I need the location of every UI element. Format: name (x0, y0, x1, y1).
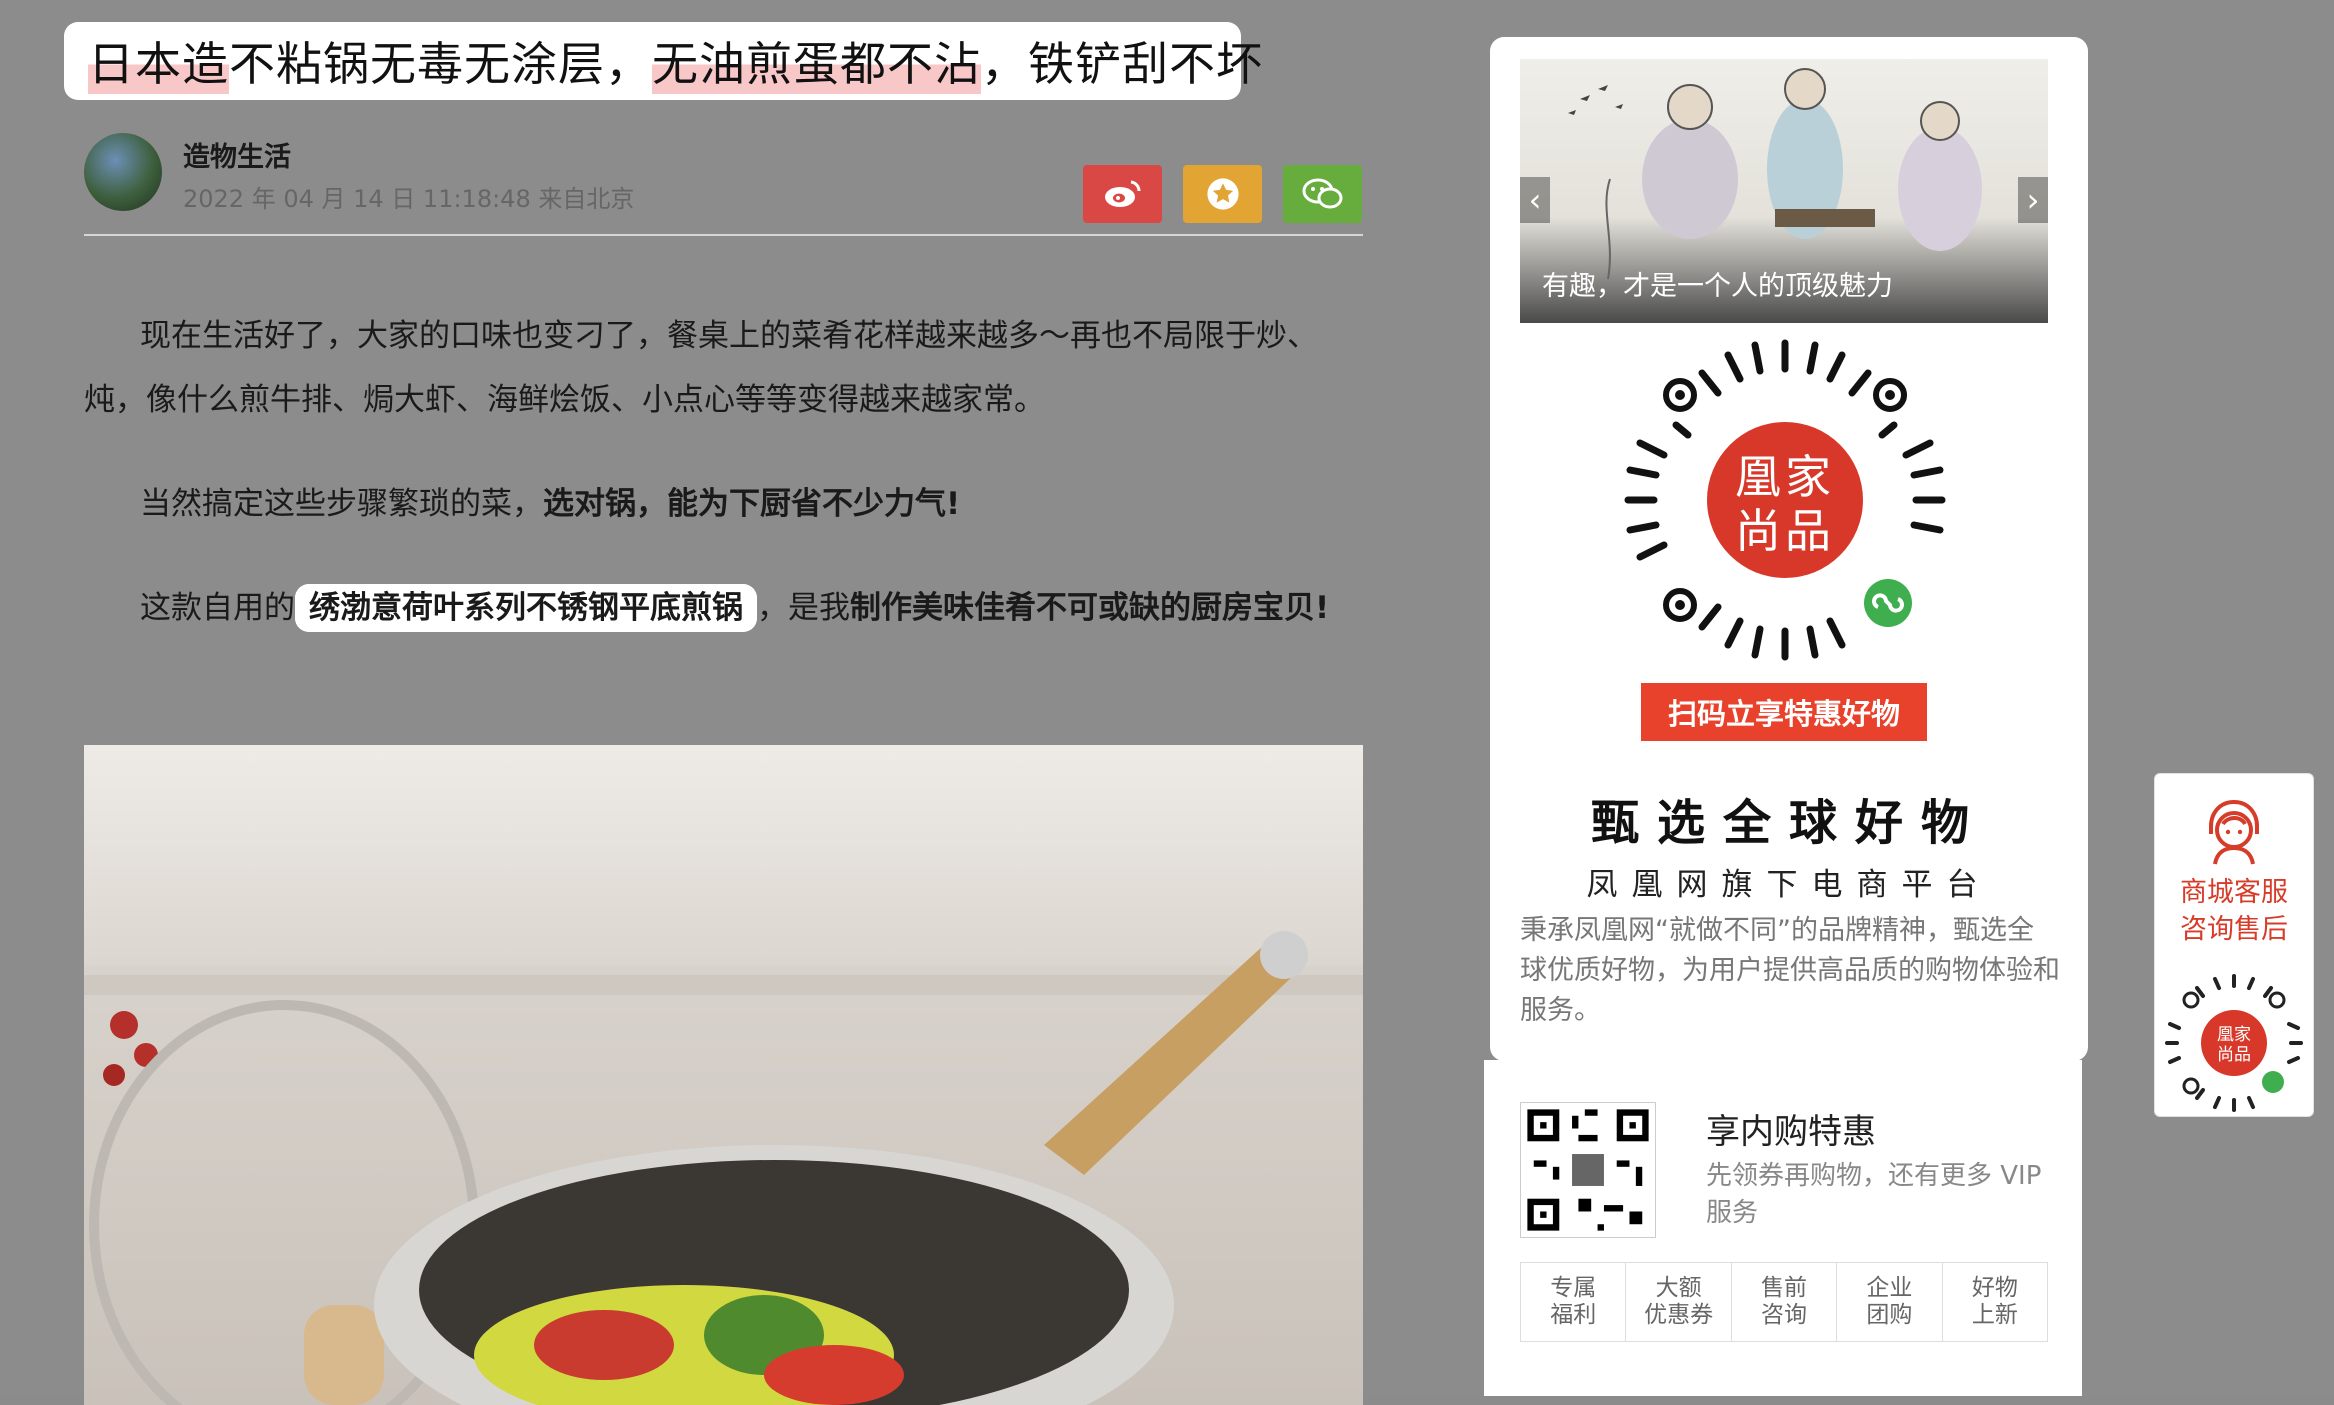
customer-service-icon (2209, 800, 2259, 865)
divider (84, 234, 1363, 236)
title-text: ，铁铲刮不坏 (981, 37, 1263, 91)
svg-text:凰家: 凰家 (1735, 450, 1835, 504)
perk-item[interactable]: 好物 上新 (1943, 1263, 2047, 1341)
vip-title: 享内购特惠 (1706, 1112, 1876, 1152)
customer-service-widget[interactable]: 商城客服 咨询售后 凰家 尚品 (2154, 773, 2314, 1117)
store-promo-card: ‹ › 有趣，才是一个人的顶级魅力 凰家 尚品 扫码立享特惠好物 甄选全球好物 … (1490, 37, 2088, 1061)
banner-caption: 有趣，才是一个人的顶级魅力 (1542, 271, 1893, 302)
wechat-icon (1302, 178, 1342, 209)
store-description: 秉承凤凰网“就做不同”的品牌精神，甄选全球优质好物，为用户提供高品质的购物体验和… (1520, 915, 2060, 1026)
product-photo (84, 745, 1363, 1405)
chevron-right-icon: › (2026, 181, 2040, 219)
carousel-next-button[interactable]: › (2018, 177, 2048, 223)
avatar[interactable] (84, 133, 162, 211)
title-highlight: 日本造 (88, 28, 229, 94)
star-icon (1206, 178, 1239, 210)
perk-item[interactable]: 专属 福利 (1521, 1263, 1627, 1341)
slogan-sub: 凤凰网旗下电商平台 (1586, 867, 1992, 903)
mini-program-qr-icon[interactable]: 凰家 尚品 (1620, 335, 1950, 665)
mini-program-qr-icon[interactable]: 凰家 尚品 (2161, 970, 2307, 1116)
paragraph-text: 现在生活好了，大家的口味也变刁了，餐桌上的菜肴花样越来越多～再也不局限于炒、炖，… (84, 318, 1318, 418)
product-name-highlight: 绣渤意荷叶系列不锈钢平底煎锅 (295, 584, 757, 632)
title-highlight: 无油煎蛋都不沾 (652, 28, 981, 94)
scan-promo-button[interactable]: 扫码立享特惠好物 (1641, 683, 1927, 741)
paragraph-text: 这款自用的 (140, 590, 295, 626)
perk-item[interactable]: 企业 团购 (1837, 1263, 1943, 1341)
share-wechat-button[interactable] (1283, 165, 1362, 223)
paragraph-bold-text: 选对锅，能为下厨省不少力气! (543, 486, 961, 522)
author-name[interactable]: 造物生活 (183, 135, 291, 174)
svg-text:凰家: 凰家 (2217, 1025, 2251, 1045)
vip-subtitle: 先领券再购物，还有更多 VIP 服务 (1706, 1161, 2042, 1228)
svg-text:尚品: 尚品 (2217, 1045, 2251, 1065)
favorite-button[interactable] (1183, 165, 1262, 223)
article-paragraph-1: 现在生活好了，大家的口味也变刁了，餐桌上的菜肴花样越来越多～再也不局限于炒、炖，… (84, 304, 1364, 432)
title-text: 不粘锅无毒无涂层， (229, 37, 652, 91)
perk-item[interactable]: 售前 咨询 (1732, 1263, 1838, 1341)
vip-promo-panel: 享内购特惠 先领券再购物，还有更多 VIP 服务 专属 福利 大额 优惠券 售前… (1484, 1060, 2082, 1396)
paragraph-bold-text: 制作美味佳肴不可或缺的厨房宝贝! (850, 590, 1330, 626)
svg-text:尚品: 尚品 (1735, 504, 1835, 558)
article-paragraph-3: 这款自用的 绣渤意荷叶系列不锈钢平底煎锅 ，是我制作美味佳肴不可或缺的厨房宝贝! (84, 576, 1364, 640)
perk-item[interactable]: 大额 优惠券 (1626, 1263, 1732, 1341)
paragraph-text: 当然搞定这些步骤繁琐的菜， (140, 486, 543, 522)
article-title: 日本造 不粘锅无毒无涂层， 无油煎蛋都不沾 ，铁铲刮不坏 (64, 22, 1262, 100)
customer-service-label[interactable]: 商城客服 咨询售后 (2155, 874, 2313, 948)
article-paragraph-2: 当然搞定这些步骤繁琐的菜，选对锅，能为下厨省不少力气! (84, 472, 1364, 536)
paragraph-text: ，是我 (757, 590, 850, 626)
publish-meta: 2022 年 04 月 14 日 11:18:48 来自北京 (183, 185, 635, 213)
perk-list: 专属 福利 大额 优惠券 售前 咨询 企业 团购 好物 上新 (1520, 1262, 2048, 1342)
slogan-main: 甄选全球好物 (1590, 795, 1987, 851)
carousel-prev-button[interactable]: ‹ (1520, 177, 1550, 223)
chevron-left-icon: ‹ (1528, 181, 1542, 219)
banner-carousel[interactable]: ‹ › 有趣，才是一个人的顶级魅力 (1520, 59, 2048, 323)
share-weibo-button[interactable] (1083, 165, 1162, 223)
qr-code-icon[interactable] (1520, 1102, 1656, 1238)
weibo-icon (1104, 180, 1141, 207)
